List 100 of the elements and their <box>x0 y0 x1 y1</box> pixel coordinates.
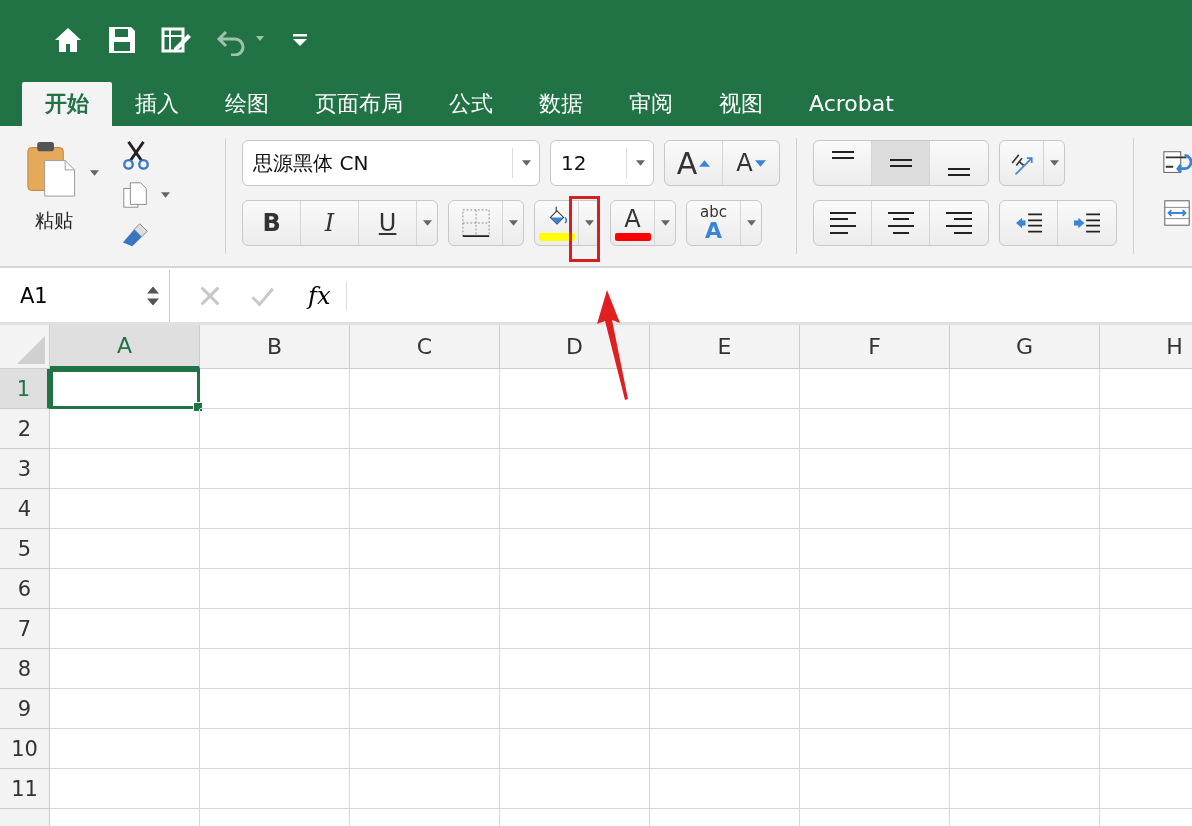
table-cell[interactable] <box>500 449 650 489</box>
table-cell[interactable] <box>950 769 1100 809</box>
table-cell[interactable] <box>200 569 350 609</box>
row-header[interactable]: 3 <box>0 449 50 489</box>
font-size-field[interactable]: 12 <box>550 140 655 186</box>
table-cell[interactable] <box>50 769 200 809</box>
table-cell[interactable] <box>950 449 1100 489</box>
table-cell[interactable] <box>650 569 800 609</box>
table-cell[interactable] <box>50 609 200 649</box>
table-cell[interactable] <box>800 649 950 689</box>
table-cell[interactable] <box>800 569 950 609</box>
table-cell[interactable] <box>350 689 500 729</box>
table-cell[interactable] <box>950 609 1100 649</box>
table-cell[interactable] <box>950 369 1100 409</box>
table-cell[interactable] <box>200 609 350 649</box>
table-cell[interactable] <box>500 529 650 569</box>
table-cell[interactable] <box>350 369 500 409</box>
column-header[interactable]: G <box>950 325 1100 369</box>
table-cell[interactable] <box>650 649 800 689</box>
table-cell[interactable] <box>500 609 650 649</box>
underline-button[interactable]: U <box>359 201 418 245</box>
table-cell[interactable] <box>350 529 500 569</box>
table-cell[interactable] <box>650 489 800 529</box>
scissors-icon[interactable] <box>121 140 151 170</box>
table-cell[interactable] <box>50 489 200 529</box>
row-header[interactable]: 5 <box>0 529 50 569</box>
table-cell[interactable] <box>800 609 950 649</box>
table-cell[interactable] <box>800 489 950 529</box>
column-header[interactable]: E <box>650 325 800 369</box>
table-cell[interactable] <box>50 409 200 449</box>
caret-icon[interactable] <box>161 192 170 198</box>
table-cell[interactable] <box>650 729 800 769</box>
column-header[interactable]: B <box>200 325 350 369</box>
table-cell[interactable] <box>950 489 1100 529</box>
table-cell[interactable] <box>950 729 1100 769</box>
table-cell[interactable] <box>650 769 800 809</box>
italic-button[interactable]: I <box>301 201 360 245</box>
row-header[interactable]: 10 <box>0 729 50 769</box>
table-cell[interactable] <box>350 649 500 689</box>
table-cell[interactable] <box>500 729 650 769</box>
table-cell[interactable] <box>800 409 950 449</box>
row-header[interactable]: 7 <box>0 609 50 649</box>
row-header[interactable]: 9 <box>0 689 50 729</box>
table-cell[interactable] <box>200 689 350 729</box>
cancel-icon[interactable] <box>198 284 222 308</box>
table-cell[interactable] <box>200 369 350 409</box>
caret-icon[interactable] <box>90 170 99 176</box>
table-cell[interactable] <box>650 449 800 489</box>
column-header[interactable]: F <box>800 325 950 369</box>
row-header[interactable]: 6 <box>0 569 50 609</box>
table-cell[interactable] <box>950 649 1100 689</box>
table-cell[interactable] <box>200 529 350 569</box>
column-header[interactable]: H <box>1100 325 1192 369</box>
table-cell[interactable] <box>800 369 950 409</box>
table-cell[interactable] <box>350 609 500 649</box>
table-cell[interactable] <box>200 449 350 489</box>
table-cell[interactable] <box>500 769 650 809</box>
table-cell[interactable] <box>950 689 1100 729</box>
ribbon-tab[interactable]: 绘图 <box>202 82 292 126</box>
table-cell[interactable] <box>800 689 950 729</box>
table-cell[interactable] <box>500 489 650 529</box>
active-cell[interactable] <box>50 369 200 409</box>
table-cell[interactable] <box>500 409 650 449</box>
table-cell[interactable] <box>800 769 950 809</box>
table-cell[interactable] <box>650 369 800 409</box>
table-cell[interactable] <box>350 449 500 489</box>
row-header[interactable]: 8 <box>0 649 50 689</box>
row-header[interactable]: 11 <box>0 769 50 809</box>
vertical-align-button[interactable] <box>872 141 931 185</box>
table-cell[interactable] <box>50 729 200 769</box>
table-cell[interactable] <box>800 729 950 769</box>
table-cell[interactable] <box>950 409 1100 449</box>
name-box[interactable]: A1 <box>0 270 170 322</box>
table-cell[interactable] <box>350 569 500 609</box>
column-header[interactable]: A <box>50 325 200 369</box>
table-cell[interactable] <box>350 489 500 529</box>
shrink-font-button[interactable]: A <box>723 141 780 185</box>
ribbon-tab[interactable]: 数据 <box>516 82 606 126</box>
table-cell[interactable] <box>500 649 650 689</box>
ribbon-tab[interactable]: Acrobat <box>786 82 917 126</box>
table-cell[interactable] <box>350 729 500 769</box>
ribbon-tab[interactable]: 审阅 <box>606 82 696 126</box>
table-cell[interactable] <box>200 769 350 809</box>
table-cell[interactable] <box>800 529 950 569</box>
font-name-field[interactable]: 思源黑体 CN <box>242 140 541 186</box>
row-header[interactable]: 1 <box>0 369 50 409</box>
row-header[interactable]: 4 <box>0 489 50 529</box>
merge-cells-icon[interactable] <box>1162 198 1192 228</box>
table-cell[interactable] <box>950 529 1100 569</box>
ribbon-tab[interactable]: 页面布局 <box>292 82 426 126</box>
grow-font-button[interactable]: A <box>665 141 724 185</box>
table-cell[interactable] <box>200 409 350 449</box>
table-cell[interactable] <box>800 449 950 489</box>
fill-handle[interactable] <box>193 402 203 412</box>
save-icon[interactable] <box>106 24 138 56</box>
table-cell[interactable] <box>650 689 800 729</box>
table-cell[interactable] <box>50 689 200 729</box>
column-header[interactable]: C <box>350 325 500 369</box>
table-cell[interactable] <box>50 529 200 569</box>
insert-function-button[interactable]: fx <box>308 282 348 310</box>
